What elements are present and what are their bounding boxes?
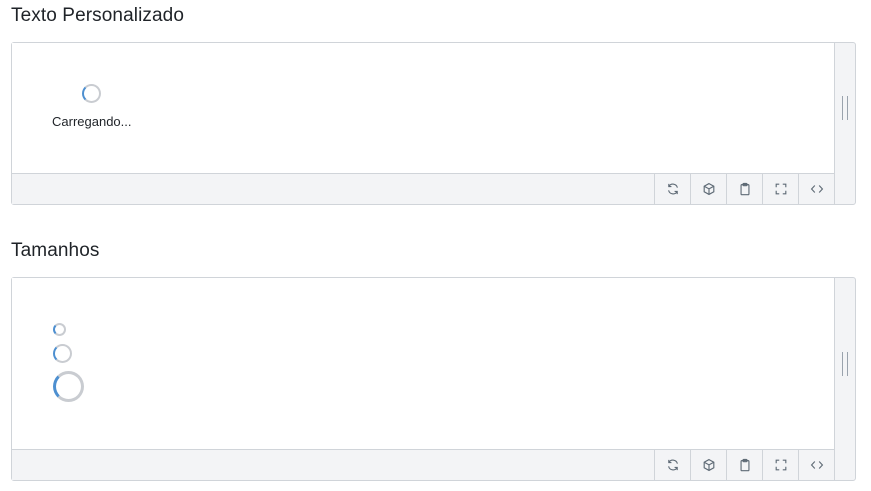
copy-button[interactable]	[726, 450, 762, 480]
cube-icon	[703, 182, 714, 196]
refresh-button[interactable]	[654, 450, 690, 480]
fullscreen-icon	[775, 459, 786, 471]
cube-icon	[703, 458, 714, 472]
code-button[interactable]	[798, 174, 834, 204]
resize-handle[interactable]	[834, 278, 855, 449]
fullscreen-button[interactable]	[762, 174, 798, 204]
code-button[interactable]	[798, 450, 834, 480]
demo-preview: Carregando...	[12, 43, 835, 173]
spinner-small	[53, 323, 66, 336]
code-icon	[810, 185, 823, 193]
demo-frame-sizes	[11, 277, 856, 481]
grip-icon	[841, 351, 848, 376]
clipboard-icon	[739, 458, 750, 472]
copy-button[interactable]	[726, 174, 762, 204]
demo-preview	[12, 278, 835, 449]
demo-frame-custom-text: Carregando...	[11, 42, 856, 205]
spinner-large	[53, 371, 84, 402]
clipboard-icon	[739, 182, 750, 196]
refresh-icon	[667, 183, 678, 195]
demo-toolbar	[12, 173, 835, 204]
spinner-label: Carregando...	[52, 114, 132, 129]
code-icon	[810, 461, 823, 469]
sandbox-button[interactable]	[690, 174, 726, 204]
resize-handle[interactable]	[834, 43, 855, 173]
fullscreen-button[interactable]	[762, 450, 798, 480]
section-title-sizes: Tamanhos	[11, 240, 100, 261]
section-title-custom-text: Texto Personalizado	[11, 5, 185, 26]
fullscreen-icon	[775, 183, 786, 195]
demo-toolbar	[12, 449, 835, 480]
refresh-button[interactable]	[654, 174, 690, 204]
refresh-icon	[667, 459, 678, 471]
grip-icon	[841, 96, 848, 120]
spinner-medium	[53, 344, 72, 363]
sandbox-button[interactable]	[690, 450, 726, 480]
spinner	[82, 84, 101, 103]
